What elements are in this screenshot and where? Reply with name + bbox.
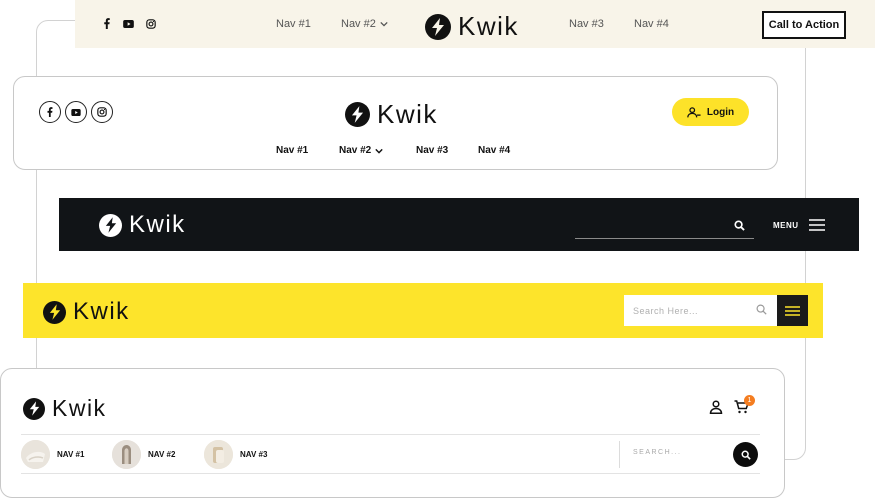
cart-count-badge: 1 [744, 395, 755, 406]
search-button[interactable] [733, 442, 758, 467]
login-label: Login [706, 106, 735, 118]
logo-text: Kwik [129, 211, 186, 238]
facebook-button[interactable] [39, 101, 61, 123]
youtube-icon [71, 108, 81, 116]
instagram-icon[interactable] [146, 18, 156, 29]
search-input[interactable] [633, 449, 723, 456]
bolt-logo-icon [43, 300, 66, 324]
chevron-down-icon [380, 21, 388, 27]
hamburger-icon [785, 305, 800, 316]
bolt-logo-icon [99, 213, 122, 237]
youtube-button[interactable] [65, 101, 87, 123]
facebook-icon [47, 107, 53, 117]
nav-item-3[interactable]: Nav #3 [569, 18, 604, 30]
nav-item-4[interactable]: Nav #4 [478, 145, 510, 156]
youtube-icon[interactable] [123, 19, 134, 28]
logo[interactable]: Kwik [99, 211, 186, 239]
search-underline[interactable] [575, 238, 754, 239]
nav-item-1[interactable]: Nav #1 [276, 145, 308, 156]
nav-item-4[interactable]: Nav #4 [634, 18, 669, 30]
nav-label: Nav #3 [569, 18, 604, 30]
category-thumbnail [21, 440, 50, 469]
nav-label: Nav #1 [276, 145, 309, 156]
nav-label: Nav #4 [634, 18, 669, 30]
logo[interactable]: Kwik [43, 298, 130, 326]
logo[interactable]: Kwik [345, 99, 438, 130]
nav-label: Nav #2 [341, 18, 376, 30]
logo-text: Kwik [52, 395, 107, 421]
nav-label: Nav #3 [416, 145, 449, 156]
search-divider [619, 441, 620, 468]
logo-text: Kwik [377, 99, 438, 129]
instagram-button[interactable] [91, 101, 113, 123]
social-links [39, 101, 113, 123]
category-item-1[interactable]: NAV #1 [21, 440, 84, 469]
category-item-3[interactable]: NAV #3 [204, 440, 267, 469]
category-label: NAV #2 [148, 450, 176, 459]
header-dark: Kwik MENU [59, 198, 859, 251]
category-label: NAV #3 [240, 450, 268, 459]
menu-button[interactable]: MENU [773, 219, 825, 231]
bolt-logo-icon [425, 13, 451, 40]
category-thumbnail [204, 440, 233, 469]
logo[interactable]: Kwik [23, 395, 107, 422]
nav-label: Nav #2 [339, 145, 372, 156]
search-icon[interactable] [734, 220, 745, 231]
nav-item-2[interactable]: Nav #2 [339, 145, 383, 156]
menu-label: MENU [773, 220, 799, 230]
search-box [624, 295, 777, 326]
logo-text: Kwik [458, 11, 519, 41]
bolt-logo-icon [345, 102, 370, 127]
user-account-icon[interactable] [709, 400, 723, 414]
hamburger-icon [808, 219, 825, 231]
user-add-icon [687, 106, 701, 117]
nav-item-3[interactable]: Nav #3 [416, 145, 448, 156]
instagram-icon [97, 107, 107, 117]
category-item-2[interactable]: NAV #2 [112, 440, 175, 469]
facebook-icon[interactable] [103, 18, 111, 29]
search-icon [741, 450, 751, 460]
nav-label: Nav #4 [478, 145, 511, 156]
hamburger-menu-button[interactable] [777, 295, 808, 326]
nav-label: Nav #1 [276, 18, 311, 30]
call-to-action-button[interactable]: Call to Action [762, 11, 846, 39]
category-bar: NAV #1 NAV #2 NAV #3 [21, 434, 760, 474]
nav-item-1[interactable]: Nav #1 [276, 18, 311, 30]
header-shop: Kwik 1 NAV #1 NAV #2 NAV #3 [0, 368, 785, 498]
header-cream: Nav #1 Nav #2 Kwik Nav #3 Nav #4 Call to… [75, 0, 875, 48]
category-label: NAV #1 [57, 450, 85, 459]
social-links [103, 18, 156, 29]
search-input[interactable] [633, 305, 748, 316]
chevron-down-icon [375, 148, 383, 154]
header-yellow: Kwik [23, 283, 823, 338]
nav-item-2[interactable]: Nav #2 [341, 18, 388, 30]
bolt-logo-icon [23, 397, 45, 420]
logo-text: Kwik [73, 298, 130, 325]
login-button[interactable]: Login [672, 98, 749, 126]
search-icon[interactable] [756, 304, 767, 315]
category-thumbnail [112, 440, 141, 469]
logo[interactable]: Kwik [425, 11, 519, 42]
header-rounded-white: Kwik Login Nav #1 Nav #2 Nav #3 Nav #4 [13, 76, 778, 170]
